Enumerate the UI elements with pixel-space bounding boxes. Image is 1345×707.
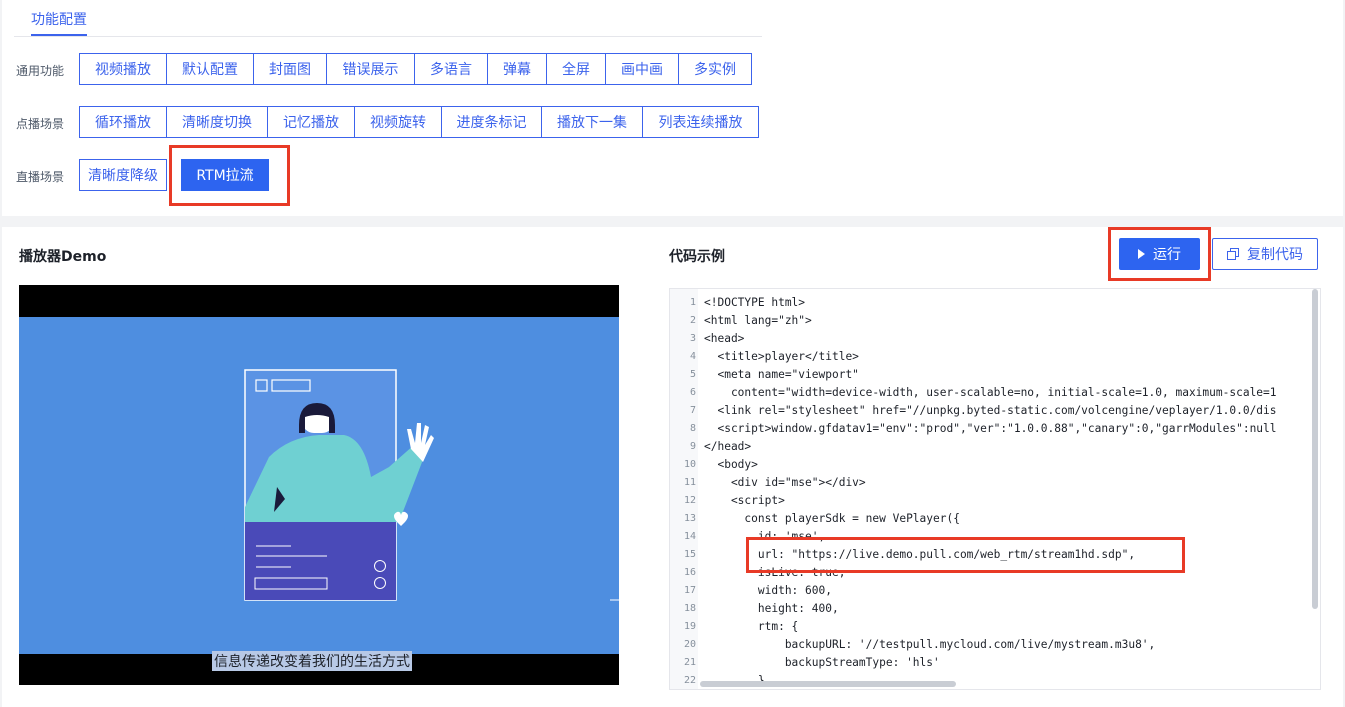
btn-cover-image[interactable]: 封面图 — [253, 53, 327, 85]
btn-error-display[interactable]: 错误展示 — [326, 53, 415, 85]
live-scene-buttons: 清晰度降级 RTM拉流 — [79, 159, 269, 191]
btn-multi-instance[interactable]: 多实例 — [678, 53, 752, 85]
code-editor[interactable]: 1 <!DOCTYPE html> 2 <html lang="zh"> 3 <hea… — [669, 288, 1321, 690]
btn-definition-switch[interactable]: 清晰度切换 — [166, 106, 268, 138]
code-line-url: 15 url: "https://live.demo.pull.com/web_… — [683, 547, 1136, 561]
btn-fullscreen[interactable]: 全屏 — [546, 53, 606, 85]
btn-play-next[interactable]: 播放下一集 — [541, 106, 643, 138]
code-line: 9 </head> — [689, 439, 752, 453]
code-line: 14 id: 'mse', — [683, 529, 826, 543]
code-line: 12 <script> — [683, 493, 785, 507]
tab-feature-config[interactable]: 功能配置 — [31, 9, 87, 29]
video-player[interactable]: 信息传递改变着我们的生活方式 — [19, 285, 619, 685]
copy-icon — [1227, 248, 1239, 260]
code-line: 11 <div id="mse"></div> — [683, 475, 866, 489]
btn-list-continuous-play[interactable]: 列表连续播放 — [642, 106, 759, 138]
code-line: 5 <meta name="viewport" — [689, 367, 859, 381]
code-line: 19 rtm: { — [683, 619, 799, 633]
vod-scene-buttons: 循环播放 清晰度切换 记忆播放 视频旋转 进度条标记 播放下一集 列表连续播放 — [79, 106, 759, 138]
tab-divider — [14, 36, 762, 37]
video-subtitle: 信息传递改变着我们的生活方式 — [212, 651, 412, 671]
btn-video-play[interactable]: 视频播放 — [79, 53, 167, 85]
btn-video-rotate[interactable]: 视频旋转 — [354, 106, 442, 138]
illustration-image — [244, 369, 619, 601]
code-line: 21 backupStreamType: 'hls' — [683, 655, 940, 669]
code-example-title: 代码示例 — [669, 249, 725, 265]
btn-picture-in-picture[interactable]: 画中画 — [605, 53, 679, 85]
btn-loop-play[interactable]: 循环播放 — [79, 106, 167, 138]
run-button-label: 运行 — [1153, 247, 1181, 263]
code-line: 10 <body> — [683, 457, 758, 471]
play-icon — [1138, 249, 1145, 259]
row-label-general: 通用功能 — [16, 64, 65, 78]
btn-multi-language[interactable]: 多语言 — [414, 53, 488, 85]
code-line: 7 <link rel="stylesheet" href="//unpkg.b… — [689, 403, 1277, 417]
code-line: 17 width: 600, — [683, 583, 832, 597]
run-button[interactable]: 运行 — [1119, 238, 1200, 270]
row-label-live: 直播场景 — [16, 170, 65, 184]
btn-rtm-pull[interactable]: RTM拉流 — [181, 159, 269, 191]
row-label-vod: 点播场景 — [16, 117, 65, 131]
code-line: 13 const playerSdk = new VePlayer({ — [683, 511, 960, 525]
general-feature-buttons: 视频播放 默认配置 封面图 错误展示 多语言 弹幕 全屏 画中画 多实例 — [79, 53, 752, 85]
player-demo-title: 播放器Demo — [19, 249, 107, 265]
btn-progress-marker[interactable]: 进度条标记 — [441, 106, 542, 138]
btn-default-config[interactable]: 默认配置 — [166, 53, 254, 85]
btn-danmaku[interactable]: 弹幕 — [487, 53, 547, 85]
code-line: 20 backupURL: '//testpull.mycloud.com/li… — [683, 637, 1156, 651]
copy-button-label: 复制代码 — [1247, 247, 1303, 263]
code-line: 4 <title>player</title> — [689, 349, 859, 363]
code-line: 16 isLive: true, — [683, 565, 846, 579]
copy-code-button[interactable]: 复制代码 — [1212, 238, 1318, 270]
code-line: 8 <script>window.gfdatav1="env":"prod","… — [689, 421, 1277, 435]
btn-memory-play[interactable]: 记忆播放 — [267, 106, 355, 138]
code-line: 18 height: 400, — [683, 601, 839, 615]
code-line: 2 <html lang="zh"> — [689, 313, 812, 327]
code-line: 6 content="width=device-width, user-scal… — [689, 385, 1277, 399]
horizontal-scrollbar[interactable] — [700, 681, 956, 687]
btn-definition-downgrade[interactable]: 清晰度降级 — [79, 159, 167, 191]
code-line: 1 <!DOCTYPE html> — [689, 295, 806, 309]
video-frame: 信息传递改变着我们的生活方式 — [19, 317, 619, 671]
vertical-scrollbar[interactable] — [1312, 289, 1318, 609]
code-line: 3 <head> — [689, 331, 745, 345]
